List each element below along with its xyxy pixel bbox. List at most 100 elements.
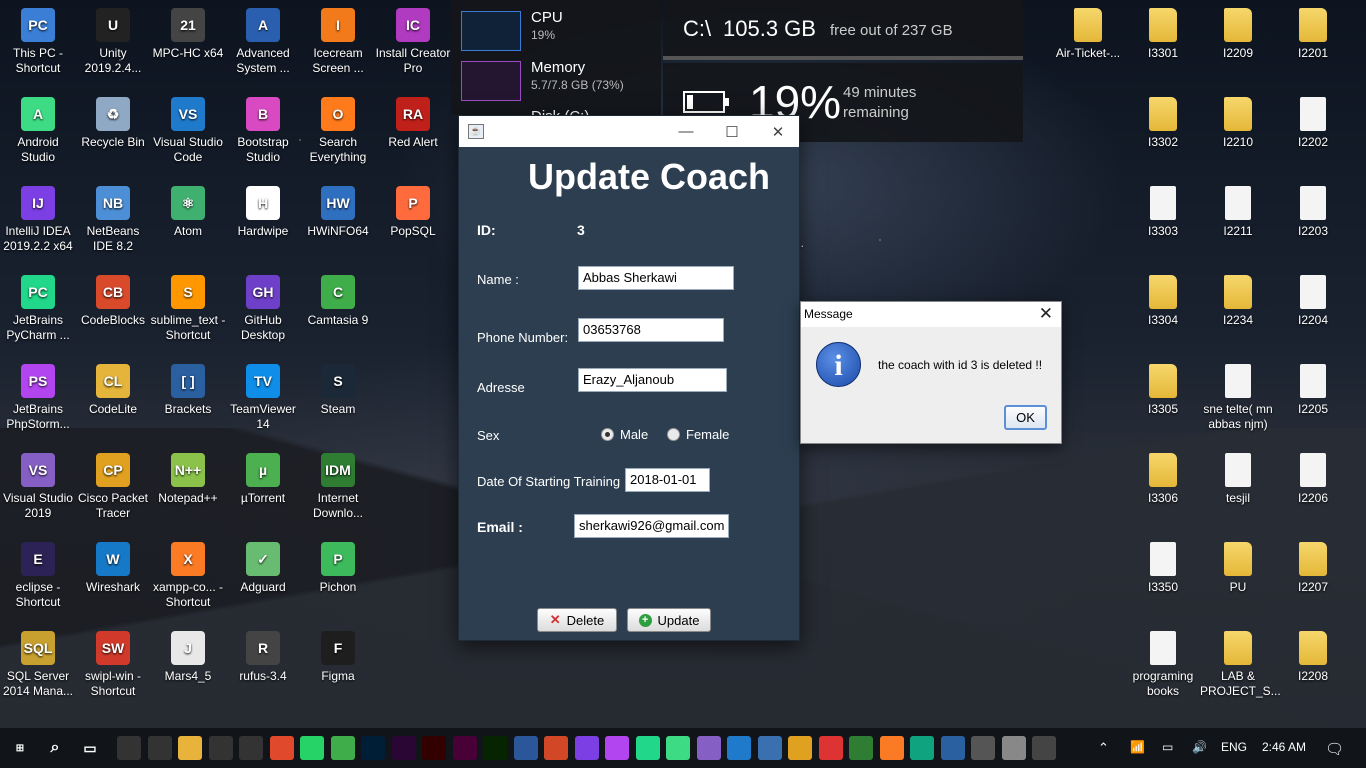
desktop-icon[interactable]: I2202 [1275, 97, 1351, 150]
desktop-icon[interactable]: CB CodeBlocks [75, 275, 151, 328]
desktop-icon[interactable]: P Pichon [300, 542, 376, 595]
ok-button[interactable]: OK [1004, 405, 1047, 430]
desktop-icon[interactable]: LAB & PROJECT_S... [1200, 631, 1281, 699]
date-field[interactable]: 2018-01-01 [625, 468, 710, 492]
desktop-icon[interactable]: I2207 [1275, 542, 1351, 595]
desktop-icon[interactable]: GH GitHub Desktop [225, 275, 301, 343]
taskbar-chrome-icon[interactable] [269, 736, 294, 760]
windows-start-icon[interactable]: ⊞ [8, 736, 32, 760]
desktop-icon[interactable]: I3302 [1125, 97, 1201, 150]
maximize-button[interactable]: ☐ [709, 116, 755, 147]
task-view-icon[interactable]: ▭ [78, 736, 102, 760]
desktop-icon[interactable]: O Search Everything [300, 97, 376, 165]
desktop-icon[interactable]: Eeclipse - Shortcut [0, 542, 76, 610]
desktop-icon[interactable]: S Steam [300, 364, 376, 417]
desktop-icon[interactable]: Xxampp-co... - Shortcut [150, 542, 226, 610]
desktop-icon[interactable]: I2211 [1200, 186, 1276, 239]
taskbar-android-studio-icon[interactable] [666, 736, 690, 760]
desktop-icon[interactable]: I2205 [1275, 364, 1351, 417]
taskbar-app-icon[interactable] [818, 736, 843, 760]
update-button[interactable]: + Update [627, 608, 711, 632]
name-field[interactable]: Abbas Sherkawi [578, 266, 734, 290]
desktop-icon[interactable]: P PopSQL [375, 186, 451, 239]
desktop-icon[interactable]: I2206 [1275, 453, 1351, 506]
desktop-icon[interactable]: TV TeamViewer 14 [225, 364, 301, 432]
taskbar-photoshop-icon[interactable] [361, 736, 385, 760]
desktop-icon[interactable]: I2210 [1200, 97, 1276, 150]
battery-tray-icon[interactable]: ▭ [1162, 740, 1173, 754]
desktop-icon[interactable]: F Figma [300, 631, 376, 684]
desktop-icon[interactable]: ✓ Adguard [225, 542, 301, 595]
female-radio[interactable]: Female [667, 427, 729, 442]
dialog-titlebar[interactable]: Message ✕ [801, 302, 1061, 327]
taskbar-chatgpt-icon[interactable] [910, 736, 934, 760]
desktop-icon[interactable]: PS JetBrains PhpStorm... [0, 364, 76, 432]
desktop-icon[interactable]: I3301 [1125, 8, 1201, 61]
desktop-icon[interactable]: Ssublime_text - Shortcut [150, 275, 226, 343]
desktop-icon[interactable]: I3350 [1125, 542, 1201, 595]
volume-icon[interactable]: 🔊 [1192, 740, 1207, 754]
delete-button[interactable]: ✕ Delete [537, 608, 617, 632]
taskbar-app2-icon[interactable] [940, 736, 965, 760]
desktop-icon[interactable]: I3304 [1125, 275, 1201, 328]
taskbar-pen-icon[interactable] [117, 736, 141, 760]
tray-chevron-icon[interactable]: ⌃ [1098, 740, 1109, 756]
desktop-icon[interactable]: I2208 [1275, 631, 1351, 684]
desktop-icon[interactable]: 21 MPC-HC x64 [150, 8, 226, 61]
desktop-icon[interactable]: ⚛ Atom [150, 186, 226, 239]
desktop-icon[interactable]: PC JetBrains PyCharm ... [0, 275, 76, 343]
desktop-icon[interactable]: I2204 [1275, 275, 1351, 328]
desktop-icon[interactable]: Rrufus-3.4 [225, 631, 301, 684]
desktop-icon[interactable]: VS Visual Studio Code [150, 97, 226, 165]
desktop-icon[interactable]: VS Visual Studio 2019 [0, 453, 76, 521]
taskbar-visual-studio-icon[interactable] [696, 736, 721, 760]
desktop-icon[interactable]: PU [1200, 542, 1276, 595]
dialog-close-icon[interactable]: ✕ [1039, 304, 1053, 324]
desktop-icon[interactable]: ♻ Recycle Bin [75, 97, 151, 150]
desktop-icon[interactable]: J Mars4_5 [150, 631, 226, 684]
notifications-icon[interactable]: 🗨 [1325, 740, 1344, 758]
minimize-button[interactable]: — [663, 116, 709, 147]
desktop-icon[interactable]: I2203 [1275, 186, 1351, 239]
taskbar-word-icon[interactable] [513, 736, 538, 760]
desktop-icon[interactable]: A Android Studio [0, 97, 76, 165]
taskbar-terminal-icon[interactable] [239, 736, 263, 760]
desktop-icon[interactable]: CL CodeLite [75, 364, 151, 417]
taskbar-xampp-icon[interactable] [879, 736, 904, 760]
search-icon[interactable]: ⌕ [43, 736, 67, 760]
desktop-icon[interactable]: IC Install Creator Pro [375, 8, 451, 76]
taskbar-intellij-icon[interactable] [574, 736, 599, 760]
desktop-icon[interactable]: CP Cisco Packet Tracer [75, 453, 151, 521]
desktop-icon[interactable]: H Hardwipe [225, 186, 301, 239]
desktop-icon[interactable]: I2209 [1200, 8, 1276, 61]
desktop-icon[interactable]: Air-Ticket-... [1050, 8, 1126, 61]
taskbar-vscode-icon[interactable] [727, 736, 751, 760]
desktop-icon[interactable]: IDM Internet Downlo... [300, 453, 376, 521]
male-radio-dot[interactable] [601, 428, 614, 441]
taskbar-dreamweaver-icon[interactable] [483, 736, 507, 760]
taskbar-file-explorer-icon[interactable] [178, 736, 202, 760]
taskbar-notes-icon[interactable] [1001, 736, 1026, 760]
desktop-icon[interactable]: PC This PC - Shortcut [0, 8, 76, 76]
desktop-icon[interactable]: programing books [1125, 631, 1201, 699]
taskbar-camtasia-icon[interactable] [330, 736, 355, 760]
taskbar-mail-icon[interactable] [147, 736, 172, 760]
desktop-icon[interactable]: RA Red Alert [375, 97, 451, 150]
phone-field[interactable]: 03653768 [578, 318, 724, 342]
desktop-icon[interactable]: NB NetBeans IDE 8.2 [75, 186, 151, 254]
email-field[interactable]: sherkawi926@gmail.com [574, 514, 729, 538]
language-indicator[interactable]: ENG [1221, 740, 1247, 754]
desktop-icon[interactable]: I3306 [1125, 453, 1201, 506]
desktop-icon[interactable]: W Wireshark [75, 542, 151, 595]
desktop-icon[interactable]: tesjil [1200, 453, 1276, 506]
taskbar-xd-icon[interactable] [452, 736, 477, 760]
desktop-icon[interactable]: U Unity 2019.2.4... [75, 8, 151, 76]
taskbar-phpstorm-icon[interactable] [605, 736, 629, 760]
taskbar-virtualbox-icon[interactable] [757, 736, 782, 760]
desktop-icon[interactable]: C Camtasia 9 [300, 275, 376, 328]
desktop-icon[interactable]: SQL SQL Server 2014 Mana... [0, 631, 76, 699]
taskbar-illustrator-icon[interactable] [422, 736, 446, 760]
taskbar-idm-icon[interactable] [849, 736, 873, 760]
desktop-icon[interactable]: I3303 [1125, 186, 1201, 239]
female-radio-dot[interactable] [667, 428, 680, 441]
